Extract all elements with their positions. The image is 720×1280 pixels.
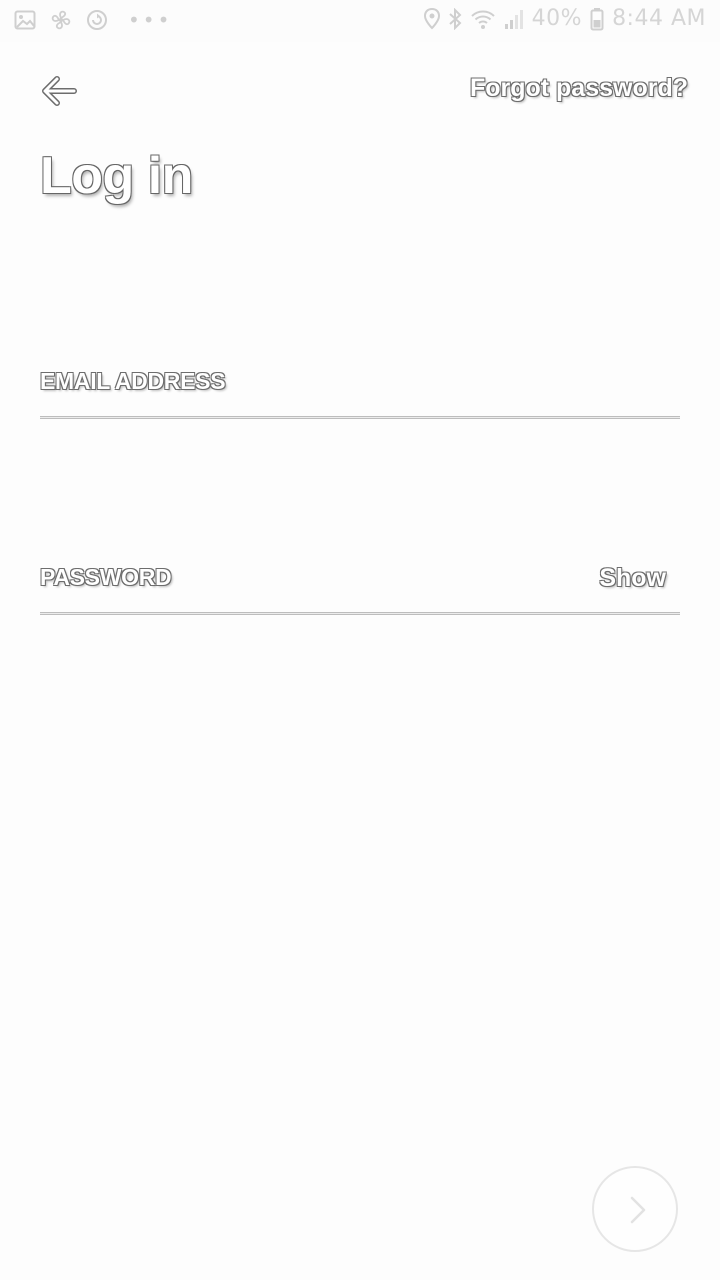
status-bar-system: 40% 8:44 AM bbox=[423, 6, 706, 31]
forgot-password-link[interactable]: Forgot password? bbox=[470, 74, 688, 103]
battery-icon bbox=[590, 7, 604, 31]
email-input[interactable] bbox=[40, 366, 604, 414]
clock: 8:44 AM bbox=[612, 6, 706, 31]
password-field: PASSWORD Show bbox=[40, 562, 680, 622]
page-title: Log in bbox=[40, 147, 193, 205]
arrow-left-icon bbox=[42, 76, 77, 106]
password-input[interactable] bbox=[40, 562, 604, 610]
image-icon bbox=[14, 10, 36, 30]
status-bar-notifications: ••• bbox=[14, 8, 172, 32]
battery-percentage: 40% bbox=[531, 6, 583, 31]
status-bar: ••• 40% 8:44 AM bbox=[0, 0, 720, 42]
bluetooth-icon bbox=[448, 7, 462, 30]
signal-icon bbox=[504, 8, 524, 30]
email-field: EMAIL ADDRESS bbox=[40, 366, 680, 426]
chevron-right-icon bbox=[630, 1196, 646, 1224]
email-underline bbox=[40, 416, 680, 419]
show-password-toggle[interactable]: Show bbox=[599, 564, 666, 593]
more-notifications-indicator: ••• bbox=[128, 8, 173, 32]
password-underline bbox=[40, 612, 680, 615]
next-button[interactable] bbox=[592, 1166, 678, 1252]
wifi-icon bbox=[470, 8, 496, 30]
pinwheel-icon bbox=[50, 9, 72, 31]
back-button[interactable] bbox=[40, 74, 80, 108]
sync-icon bbox=[86, 9, 108, 31]
location-icon bbox=[423, 7, 440, 30]
